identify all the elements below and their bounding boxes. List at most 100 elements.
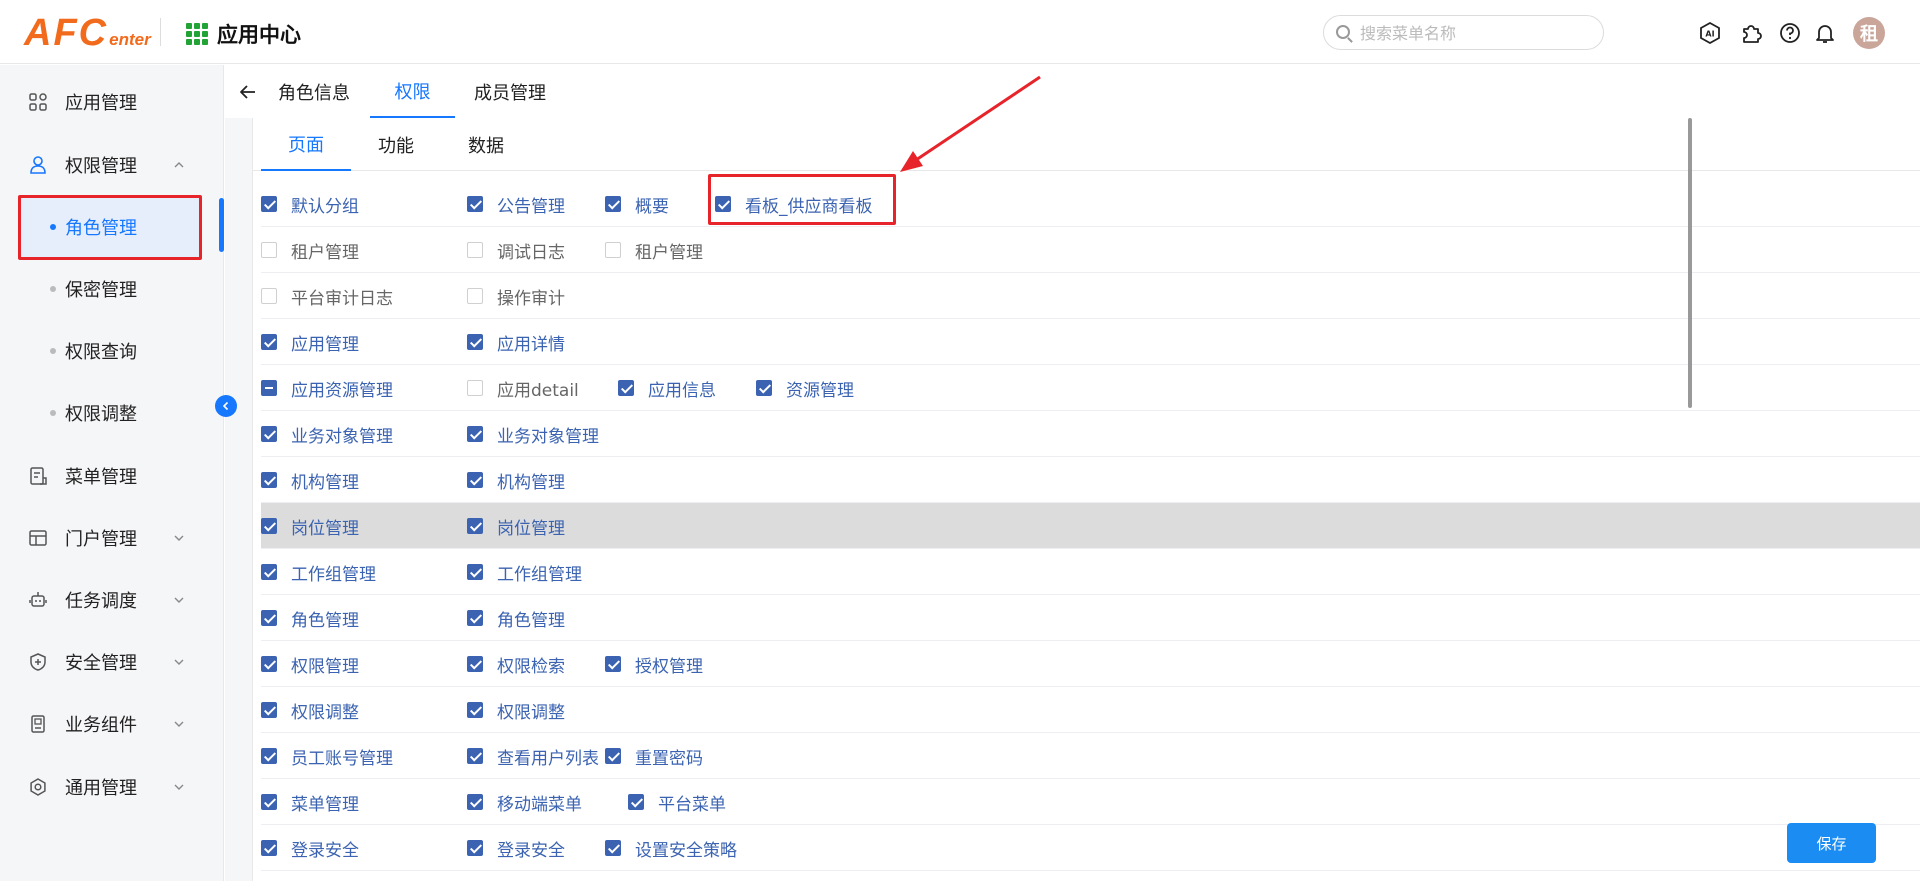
permission-checkbox-item[interactable]: 默认分组	[261, 181, 359, 227]
chevron-down-icon[interactable]	[172, 593, 186, 607]
permission-checkbox-item[interactable]: 工作组管理	[261, 549, 376, 595]
permission-checkbox-item[interactable]: 公告管理	[467, 181, 565, 227]
checkbox-unchecked[interactable]	[261, 288, 277, 304]
sidebar-subitem-confidential-management[interactable]: 保密管理	[20, 259, 200, 319]
subtab-page[interactable]: 页面	[261, 118, 351, 171]
sidebar-item-menu-management[interactable]: 菜单管理	[0, 451, 224, 501]
checkbox-checked[interactable]	[261, 794, 277, 810]
permission-checkbox-item[interactable]: 工作组管理	[467, 549, 582, 595]
permission-checkbox-item[interactable]: 授权管理	[605, 641, 703, 687]
checkbox-checked[interactable]	[261, 518, 277, 534]
checkbox-unchecked[interactable]	[467, 288, 483, 304]
sidebar-item-business-components[interactable]: 业务组件	[0, 699, 224, 749]
permission-checkbox-item[interactable]: 应用资源管理	[261, 365, 393, 411]
puzzle-icon[interactable]	[1740, 22, 1762, 44]
permission-checkbox-item[interactable]: 权限检索	[467, 641, 565, 687]
permission-checkbox-item[interactable]: 登录安全	[261, 825, 359, 871]
menu-search-box[interactable]	[1323, 15, 1604, 50]
sidebar-item-security-management[interactable]: 安全管理	[0, 637, 224, 687]
checkbox-unchecked[interactable]	[261, 242, 277, 258]
checkbox-checked[interactable]	[261, 334, 277, 350]
permission-checkbox-item[interactable]: 租户管理	[605, 227, 703, 273]
checkbox-checked[interactable]	[605, 196, 621, 212]
permission-checkbox-item[interactable]: 应用管理	[261, 319, 359, 365]
menu-search-input[interactable]	[1360, 22, 1590, 44]
ai-icon[interactable]: AI	[1699, 22, 1721, 44]
sidebar-collapse-button[interactable]	[215, 395, 237, 417]
permission-checkbox-item[interactable]: 角色管理	[467, 595, 565, 641]
checkbox-checked[interactable]	[467, 656, 483, 672]
sidebar-subitem-permission-query[interactable]: 权限查询	[20, 321, 200, 381]
sidebar-subitem-permission-adjust[interactable]: 权限调整	[20, 383, 200, 443]
permission-checkbox-item[interactable]: 权限调整	[261, 687, 359, 733]
checkbox-checked[interactable]	[467, 610, 483, 626]
checkbox-checked[interactable]	[261, 426, 277, 442]
sidebar-item-task-scheduling[interactable]: 任务调度	[0, 575, 224, 625]
checkbox-checked[interactable]	[467, 426, 483, 442]
back-arrow-icon[interactable]	[237, 81, 259, 103]
chevron-up-icon[interactable]	[172, 158, 186, 172]
permission-checkbox-item[interactable]: 平台菜单	[628, 779, 726, 825]
permission-checkbox-item[interactable]: 平台审计日志	[261, 273, 393, 319]
checkbox-checked[interactable]	[261, 564, 277, 580]
checkbox-checked[interactable]	[261, 196, 277, 212]
sidebar-item-general-management[interactable]: 通用管理	[0, 762, 224, 812]
checkbox-checked[interactable]	[467, 840, 483, 856]
help-icon[interactable]	[1779, 22, 1801, 44]
checkbox-checked[interactable]	[261, 748, 277, 764]
checkbox-checked[interactable]	[605, 656, 621, 672]
checkbox-checked[interactable]	[261, 472, 277, 488]
checkbox-checked[interactable]	[467, 748, 483, 764]
checkbox-checked[interactable]	[467, 702, 483, 718]
checkbox-checked[interactable]	[261, 840, 277, 856]
permission-checkbox-item[interactable]: 岗位管理	[467, 503, 565, 549]
permission-checkbox-item[interactable]: 资源管理	[756, 365, 854, 411]
subtab-data[interactable]: 数据	[441, 118, 531, 171]
checkbox-checked[interactable]	[467, 794, 483, 810]
checkbox-checked[interactable]	[467, 334, 483, 350]
checkbox-unchecked[interactable]	[467, 380, 483, 396]
checkbox-checked[interactable]	[756, 380, 772, 396]
permission-checkbox-item[interactable]: 登录安全	[467, 825, 565, 871]
user-avatar[interactable]: 租	[1853, 17, 1885, 49]
permission-checkbox-item[interactable]: 应用信息	[618, 365, 716, 411]
permission-checkbox-item[interactable]: 设置安全策略	[605, 825, 737, 871]
permission-checkbox-item[interactable]: 机构管理	[261, 457, 359, 503]
checkbox-indeterminate[interactable]	[261, 380, 277, 396]
permission-checkbox-item[interactable]: 岗位管理	[261, 503, 359, 549]
chevron-down-icon[interactable]	[172, 717, 186, 731]
permission-checkbox-item[interactable]: 业务对象管理	[261, 411, 393, 457]
permission-checkbox-item[interactable]: 重置密码	[605, 733, 703, 779]
checkbox-checked[interactable]	[261, 656, 277, 672]
permission-checkbox-item[interactable]: 权限管理	[261, 641, 359, 687]
checkbox-checked[interactable]	[467, 564, 483, 580]
chevron-down-icon[interactable]	[172, 655, 186, 669]
checkbox-unchecked[interactable]	[467, 242, 483, 258]
checkbox-checked[interactable]	[261, 702, 277, 718]
chevron-down-icon[interactable]	[172, 780, 186, 794]
checkbox-unchecked[interactable]	[605, 242, 621, 258]
sidebar-item-portal-management[interactable]: 门户管理	[0, 513, 224, 563]
subtab-function[interactable]: 功能	[351, 118, 441, 171]
permission-checkbox-item[interactable]: 员工账号管理	[261, 733, 393, 779]
scrollbar-thumb[interactable]	[1688, 118, 1692, 408]
checkbox-checked[interactable]	[467, 196, 483, 212]
chevron-down-icon[interactable]	[172, 531, 186, 545]
afc-logo[interactable]: AFC enter	[24, 12, 151, 54]
checkbox-checked[interactable]	[715, 196, 731, 212]
tab-permissions[interactable]: 权限	[370, 65, 455, 118]
permission-checkbox-item[interactable]: 查看用户列表	[467, 733, 599, 779]
permission-checkbox-item[interactable]: 权限调整	[467, 687, 565, 733]
permission-checkbox-item[interactable]: 调试日志	[467, 227, 565, 273]
checkbox-checked[interactable]	[261, 610, 277, 626]
sidebar-subitem-role-management[interactable]: 角色管理	[20, 197, 200, 257]
checkbox-checked[interactable]	[467, 518, 483, 534]
bell-icon[interactable]	[1814, 22, 1836, 44]
permission-checkbox-item[interactable]: 移动端菜单	[467, 779, 582, 825]
tab-member-management[interactable]: 成员管理	[465, 65, 555, 118]
checkbox-checked[interactable]	[467, 472, 483, 488]
checkbox-checked[interactable]	[628, 794, 644, 810]
permission-checkbox-item[interactable]: 看板_供应商看板	[715, 181, 873, 227]
permission-checkbox-item[interactable]: 租户管理	[261, 227, 359, 273]
checkbox-checked[interactable]	[618, 380, 634, 396]
